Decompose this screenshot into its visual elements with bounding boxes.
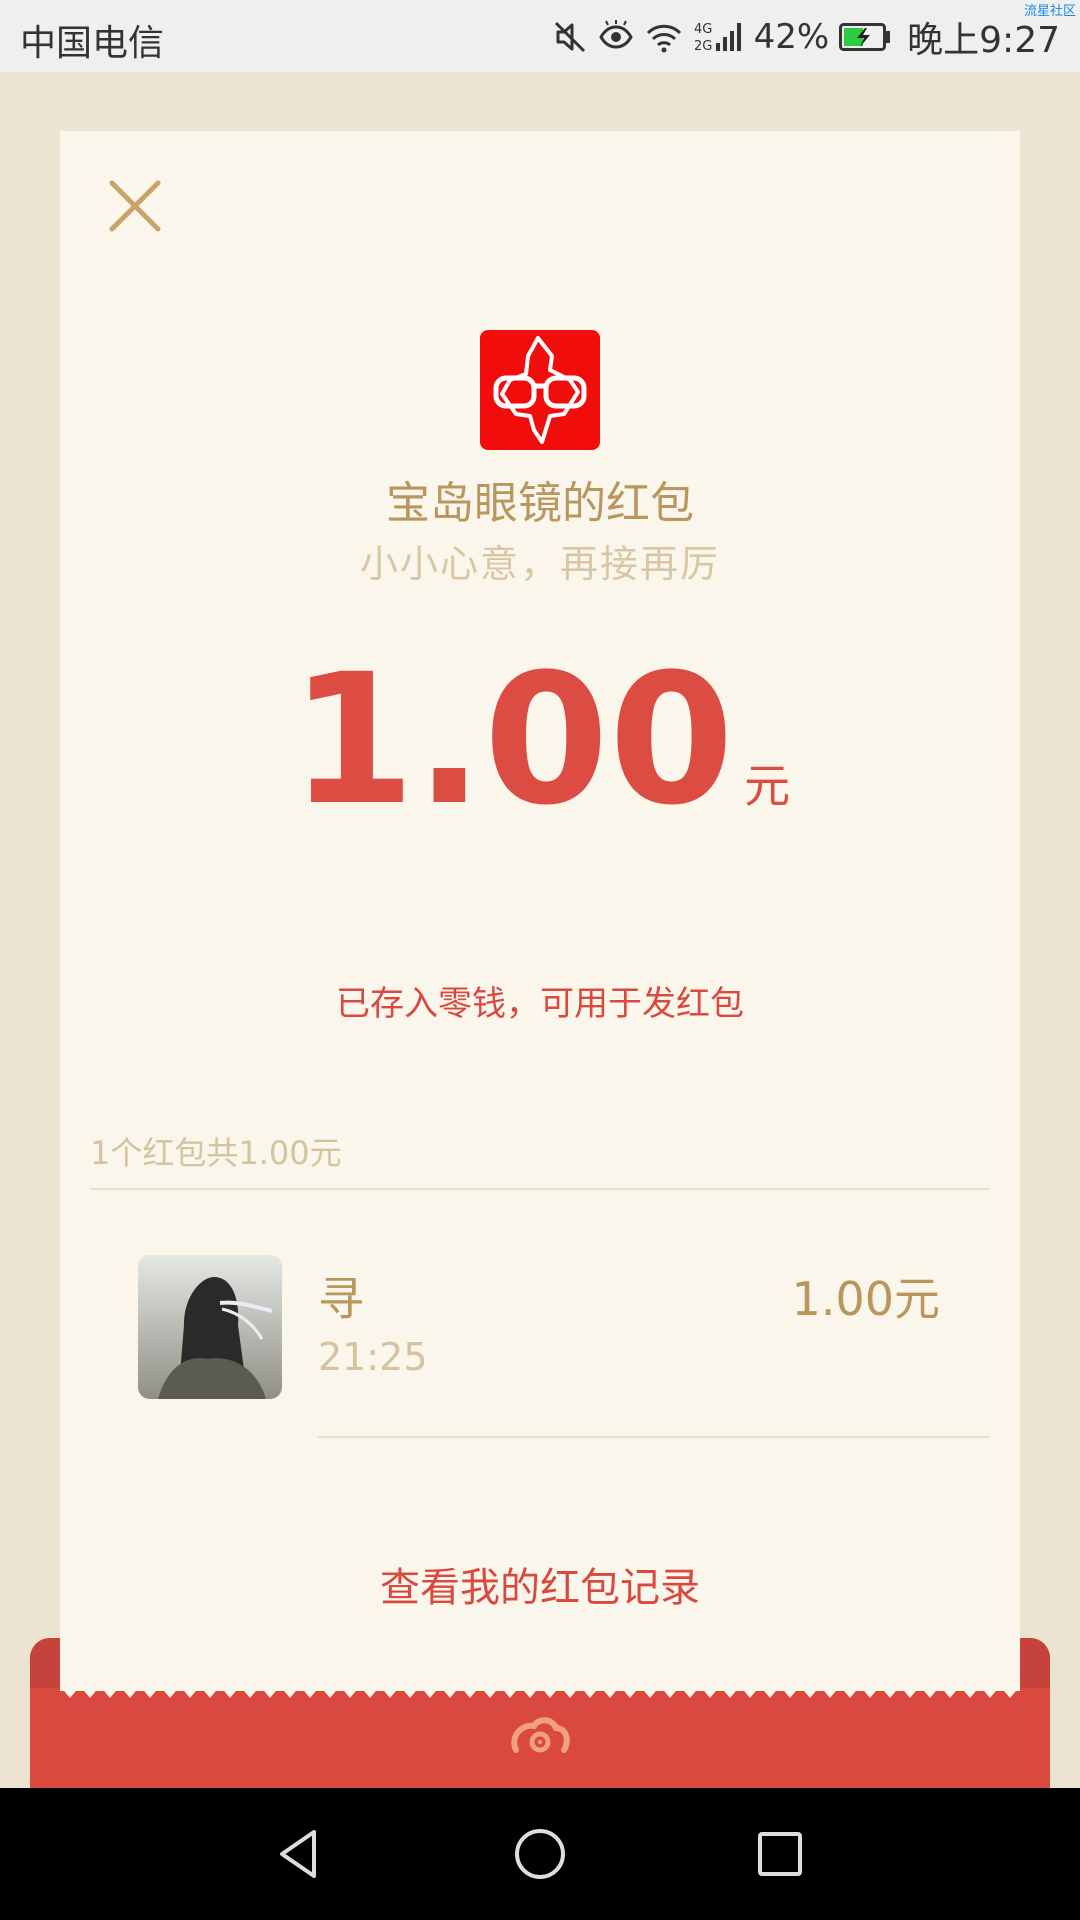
home-button[interactable]: [510, 1824, 570, 1884]
network-label-top: 4G: [694, 22, 712, 37]
red-packet-detail-card: 宝岛眼镜的红包 小小心意，再接再厉 1.00 元 已存入零钱，可用于发红包 1个红…: [60, 131, 1020, 1691]
back-icon[interactable]: [270, 1824, 330, 1884]
signal-icon: 4G 2G: [694, 19, 744, 55]
view-history-link[interactable]: 查看我的红包记录: [60, 1555, 1020, 1613]
back-button[interactable]: [270, 1824, 330, 1884]
navigation-bar: [0, 1788, 1080, 1920]
battery-charging-icon: [839, 22, 891, 52]
amount-value: 1.00: [289, 636, 735, 845]
watermark: 流星社区: [1023, 4, 1076, 19]
eye-comfort-icon: [598, 19, 634, 55]
recents-button[interactable]: [750, 1824, 810, 1884]
receiver-name: 寻: [318, 1272, 364, 1326]
status-icons: 4G 2G 42% 晚上9:27: [552, 12, 1060, 62]
saved-to-balance-note: 已存入零钱，可用于发红包: [336, 984, 744, 1024]
carrier-name: 中国电信: [20, 23, 165, 64]
wifi-icon: [644, 19, 684, 55]
brand-logo-icon: [480, 330, 600, 450]
divider: [90, 1188, 990, 1190]
receive-time: 21:25: [318, 1335, 428, 1379]
receive-amount: 1.00元: [791, 1272, 940, 1326]
status-bar: 中国电信 4G 2G 42% 晚上9:27 流星社区: [0, 0, 1080, 72]
battery-percent: 42%: [753, 17, 830, 57]
close-icon[interactable]: [100, 171, 170, 241]
home-icon[interactable]: [510, 1824, 570, 1884]
greeting-message: 小小心意，再接再厉: [359, 542, 720, 586]
receiver-row[interactable]: 寻 21:25 1.00元: [60, 1191, 1020, 1437]
sender-title: 宝岛眼镜的红包: [386, 478, 694, 529]
recents-icon[interactable]: [750, 1824, 810, 1884]
amount-unit: 元: [744, 759, 791, 813]
mute-icon: [552, 19, 588, 55]
card-zigzag-edge: [60, 1686, 1020, 1698]
cloud-emblem-icon: [508, 1716, 572, 1760]
packet-summary: 1个红包共1.00元: [90, 1134, 342, 1172]
network-label-bottom: 2G: [694, 39, 712, 54]
received-amount: 1.00 元: [60, 646, 1020, 836]
close-button[interactable]: [100, 171, 170, 241]
avatar[interactable]: [138, 1255, 282, 1399]
row-divider: [318, 1436, 990, 1438]
